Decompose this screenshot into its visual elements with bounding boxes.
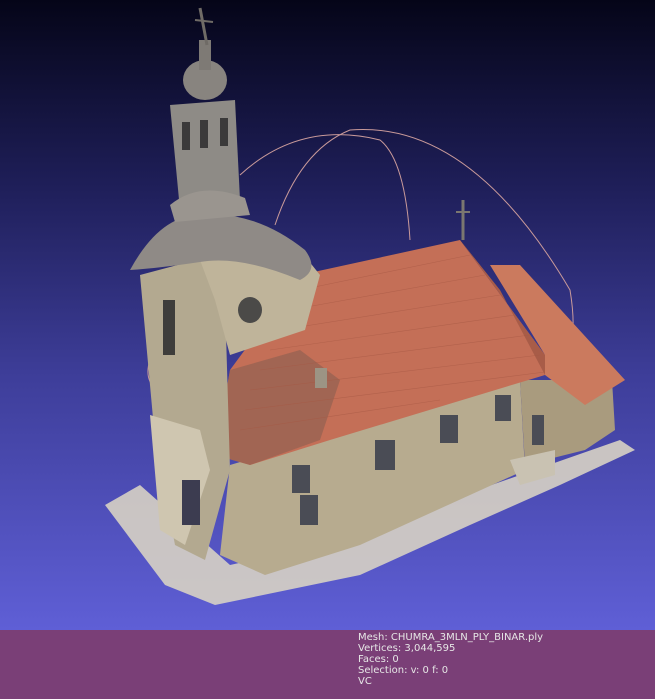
mesh-info-panel: Mesh: CHUMRA_3MLN_PLY_BINAR.ply Vertices…	[358, 632, 543, 687]
face-count-label: Faces: 0	[358, 654, 399, 665]
3d-viewport[interactable]	[0, 0, 655, 630]
color-mode-label: VC	[358, 676, 372, 687]
vertex-count-label: Vertices: 3,044,595	[358, 643, 456, 654]
status-info-bar: Mesh: CHUMRA_3MLN_PLY_BINAR.ply Vertices…	[0, 630, 655, 699]
point-cloud-model	[105, 7, 635, 605]
selection-label: Selection: v: 0 f: 0	[358, 665, 449, 676]
mesh-name-label: Mesh: CHUMRA_3MLN_PLY_BINAR.ply	[358, 632, 544, 643]
